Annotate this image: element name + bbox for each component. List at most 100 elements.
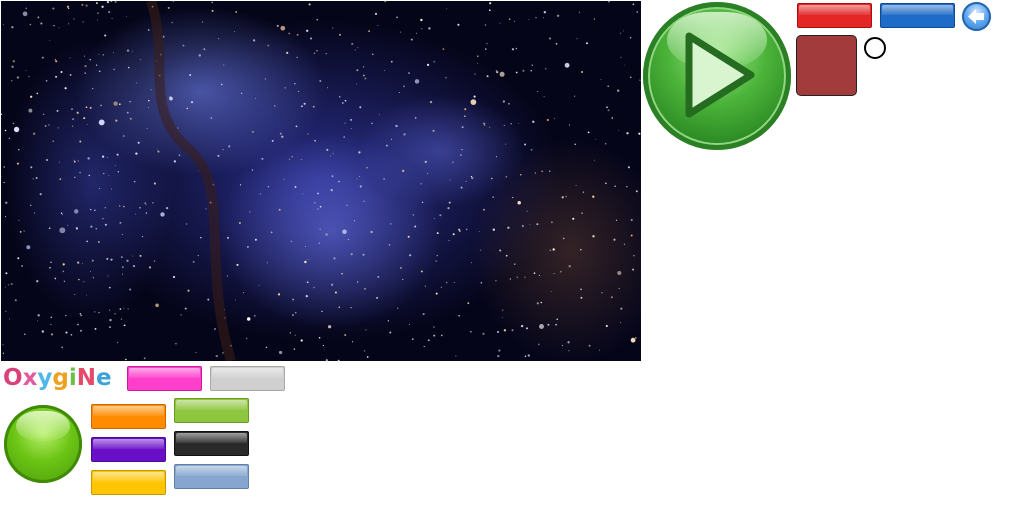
star (346, 204, 348, 207)
star (424, 160, 427, 164)
yellow-bar-button[interactable] (91, 470, 166, 495)
star (455, 355, 457, 357)
star (521, 224, 524, 228)
star (489, 126, 491, 128)
star (127, 308, 129, 310)
star (34, 212, 35, 214)
star (399, 266, 402, 269)
star (588, 344, 591, 347)
star (300, 105, 303, 108)
star (505, 254, 508, 257)
star (113, 51, 114, 53)
star (77, 160, 79, 162)
star (568, 124, 571, 126)
star (153, 182, 156, 185)
star (135, 82, 137, 84)
star (82, 21, 84, 23)
star (292, 314, 294, 316)
star (344, 99, 347, 102)
back-button[interactable] (962, 2, 991, 31)
star (50, 323, 52, 325)
star (306, 281, 309, 284)
star (508, 18, 511, 20)
star (507, 226, 510, 229)
black-bar-button[interactable] (174, 431, 249, 456)
star (633, 255, 635, 257)
star (178, 154, 181, 156)
star (436, 232, 439, 235)
play-button[interactable] (643, 2, 791, 150)
star (453, 281, 455, 283)
star (108, 11, 111, 14)
star (565, 195, 568, 198)
red-bar-button[interactable] (797, 3, 872, 28)
star (322, 344, 325, 347)
star (106, 1, 110, 4)
star (316, 50, 318, 52)
star (617, 129, 619, 131)
star (218, 38, 220, 40)
star (461, 148, 463, 151)
star (529, 223, 531, 225)
star (214, 328, 216, 330)
star (75, 227, 79, 230)
star (399, 31, 401, 33)
star (54, 277, 57, 280)
pink-bar-button[interactable] (127, 366, 202, 391)
lime-bar-button[interactable] (174, 398, 249, 423)
star (460, 154, 462, 156)
star (611, 117, 614, 119)
star (123, 205, 125, 208)
star (202, 21, 204, 23)
star (539, 324, 544, 329)
star (29, 23, 32, 26)
star (146, 128, 148, 130)
star (550, 290, 552, 292)
star (403, 85, 405, 88)
star (235, 11, 238, 13)
star (308, 3, 311, 6)
star (2, 352, 4, 354)
star (114, 313, 116, 315)
gray-bar-button[interactable] (210, 366, 285, 391)
star (524, 355, 527, 357)
star (187, 289, 190, 292)
star (278, 208, 281, 211)
star (104, 34, 107, 37)
star (8, 137, 10, 139)
star (92, 87, 94, 90)
star (32, 178, 34, 180)
star (141, 235, 144, 238)
star (280, 25, 286, 31)
star (593, 18, 596, 20)
ring-icon (864, 37, 886, 59)
star (95, 64, 98, 66)
oxygine-logo: OxygiNe (3, 364, 112, 392)
star (395, 124, 398, 128)
star (109, 318, 112, 322)
star (359, 185, 362, 188)
star (485, 48, 487, 50)
logo-letter: i (68, 365, 77, 391)
logo-letter: N (76, 365, 97, 391)
star (325, 359, 328, 361)
star (101, 155, 105, 158)
star (72, 118, 74, 120)
blue-bar-button[interactable] (880, 3, 955, 28)
steel-blue-bar-button[interactable] (174, 464, 249, 489)
star (211, 1, 213, 4)
star (389, 331, 392, 334)
star (426, 63, 430, 67)
orange-bar-button[interactable] (91, 404, 166, 429)
star (132, 265, 136, 268)
star (317, 192, 319, 195)
star (509, 278, 512, 280)
star (129, 117, 132, 120)
green-round-button[interactable] (4, 405, 82, 483)
star (81, 3, 84, 6)
purple-bar-button[interactable] (91, 437, 166, 462)
star (554, 117, 556, 119)
star (526, 327, 528, 330)
star (120, 256, 123, 259)
star (501, 316, 503, 318)
